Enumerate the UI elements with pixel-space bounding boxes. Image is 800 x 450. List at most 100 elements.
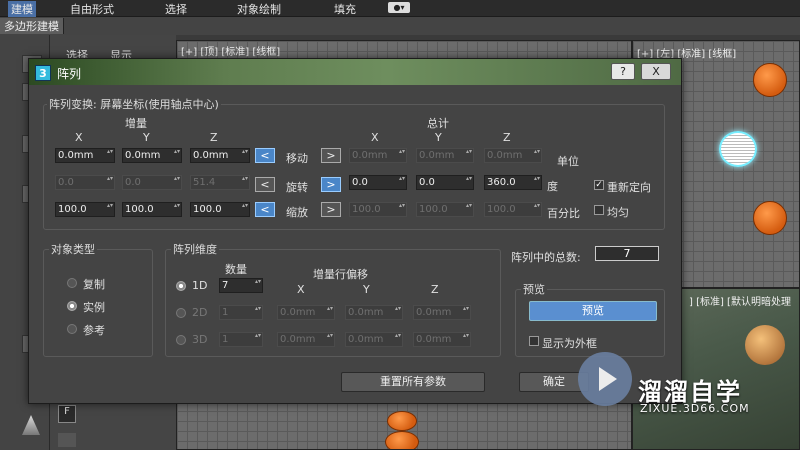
sphere-object [753,63,787,97]
rotate-unit-label: 度 [547,180,558,193]
rotate-total-y[interactable]: 0.0 [416,175,474,190]
dialog-title: 阵列 [57,67,82,81]
total-axis-y: Y [435,131,442,144]
ribbon-bar [0,17,800,35]
move-increment-y[interactable]: 0.0mm [122,148,182,163]
show-as-box-checkbox[interactable] [529,336,539,346]
dimension-3d-label: 3D [192,333,208,346]
close-button[interactable]: X [641,63,671,80]
rotate-total-x[interactable]: 0.0 [349,175,407,190]
offset-header: 增量行偏移 [313,268,368,281]
sphere-object [745,325,785,365]
help-button[interactable]: ? [611,63,635,80]
dimension-2d-count[interactable]: 1 [219,305,263,320]
preview-button[interactable]: 预览 [529,301,657,321]
menu-dropdown-icon[interactable]: ●▾ [388,2,410,13]
move-total-x[interactable]: 0.0mm [349,148,407,163]
dimension-2d-offset-y[interactable]: 0.0mm [345,305,403,320]
reorient-checkbox[interactable]: ✓ [594,180,604,190]
total-in-array-label: 阵列中的总数: [511,251,581,264]
dialog-titlebar[interactable]: 3 阵列 ? X [29,59,681,85]
sphere-object [753,201,787,235]
app-logo-icon: 3 [35,65,51,81]
scale-increment-y[interactable]: 100.0 [122,202,182,217]
dimension-3d-offset-y[interactable]: 0.0mm [345,332,403,347]
total-header: 总计 [427,117,449,130]
scale-total-z[interactable]: 100.0 [484,202,542,217]
rotate-total-z[interactable]: 360.0 [484,175,542,190]
move-unit-label: 单位 [557,155,579,168]
rotate-increment-y[interactable]: 0.0 [122,175,182,190]
move-total-y[interactable]: 0.0mm [416,148,474,163]
dimension-2d-label: 2D [192,306,208,319]
funnel-icon[interactable] [58,433,76,447]
move-increment-z[interactable]: 0.0mm [190,148,250,163]
viewport-perspective-label[interactable]: ] [标准] [默认明暗处理 [689,293,791,308]
object-type-title: 对象类型 [49,241,97,257]
total-axis-x: X [371,131,379,144]
count-header: 数量 [225,263,247,276]
dimension-2d-offset-x[interactable]: 0.0mm [277,305,335,320]
rotate-right-arrow-button[interactable]: > [321,177,341,192]
move-total-z[interactable]: 0.0mm [484,148,542,163]
sphere-object [385,431,419,449]
uniform-checkbox[interactable] [594,205,604,215]
menu-item-populate[interactable]: 填充 [334,1,356,17]
menu-item-selection[interactable]: 选择 [165,1,187,17]
dimension-2d-radio[interactable] [176,308,186,318]
scale-increment-z[interactable]: 100.0 [190,202,250,217]
offset-axis-y: Y [363,283,370,296]
move-increment-x[interactable]: 0.0mm [55,148,115,163]
object-type-copy-radio[interactable] [67,278,77,288]
cone-icon[interactable] [22,415,40,435]
viewport-top-label[interactable]: [+] [顶] [标准] [线框] [181,43,280,58]
menu-item-object-paint[interactable]: 对象绘制 [237,1,281,17]
scale-unit-label: 百分比 [547,207,580,220]
move-right-arrow-button[interactable]: > [321,148,341,163]
scale-left-arrow-button[interactable]: < [255,202,275,217]
reset-all-parameters-button[interactable]: 重置所有参数 [341,372,485,392]
rotate-left-arrow-button[interactable]: < [255,177,275,192]
array-dimensions-title: 阵列维度 [171,241,219,257]
total-in-array-value: 7 [595,246,659,261]
array-transform-title: 阵列变换: 屏幕坐标(使用轴点中心) [47,96,221,112]
rotate-label: 旋转 [286,181,308,194]
rotate-increment-x[interactable]: 0.0 [55,175,115,190]
move-left-arrow-button[interactable]: < [255,148,275,163]
sphere-object [387,411,417,431]
menu-item-modeling[interactable]: 建模 [8,1,36,17]
dimension-3d-count[interactable]: 1 [219,332,263,347]
dimension-1d-count[interactable]: 7 [219,278,263,293]
offset-axis-z: Z [431,283,439,296]
dimension-1d-label: 1D [192,279,208,292]
scale-increment-x[interactable]: 100.0 [55,202,115,217]
preview-group-title: 预览 [521,281,547,297]
object-type-reference-radio[interactable] [67,324,77,334]
object-type-reference-label: 参考 [83,324,105,337]
object-type-copy-label: 复制 [83,278,105,291]
increment-axis-z: Z [210,131,218,144]
dimension-1d-radio[interactable] [176,281,186,291]
object-type-instance-label: 实例 [83,301,105,314]
dimension-3d-radio[interactable] [176,335,186,345]
uniform-label: 均匀 [607,206,629,219]
move-label: 移动 [286,152,308,165]
scale-right-arrow-button[interactable]: > [321,202,341,217]
rotate-increment-z[interactable]: 51.4 [190,175,250,190]
menu-bar: 建模 自由形式 选择 对象绘制 填充 ●▾ [0,0,800,17]
dimension-2d-offset-z[interactable]: 0.0mm [413,305,471,320]
sphere-selected [719,131,757,167]
watermark-logo-icon [578,352,632,406]
ribbon-tab-poly-modeling[interactable]: 多边形建模 [0,18,64,34]
offset-axis-x: X [297,283,305,296]
scale-label: 缩放 [286,206,308,219]
increment-axis-x: X [75,131,83,144]
dimension-3d-offset-x[interactable]: 0.0mm [277,332,335,347]
object-type-instance-radio[interactable] [67,301,77,311]
filter-icon[interactable]: F [58,405,76,423]
scale-total-y[interactable]: 100.0 [416,202,474,217]
dimension-3d-offset-z[interactable]: 0.0mm [413,332,471,347]
scale-total-x[interactable]: 100.0 [349,202,407,217]
menu-item-freeform[interactable]: 自由形式 [70,1,114,17]
total-axis-z: Z [503,131,511,144]
